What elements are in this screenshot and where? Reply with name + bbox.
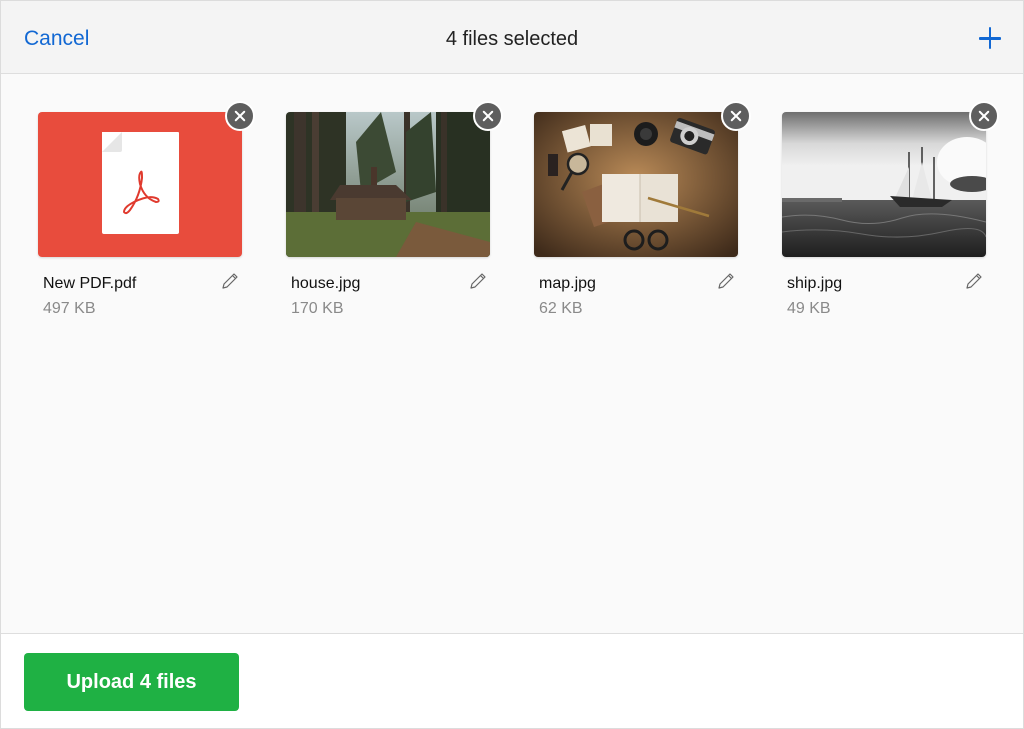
footer-bar: Upload 4 files: [1, 633, 1023, 728]
file-name: ship.jpg: [787, 275, 843, 292]
file-thumbnail[interactable]: [782, 112, 986, 257]
file-name: house.jpg: [291, 275, 361, 292]
file-size: 49 KB: [787, 300, 831, 317]
dialog-title: 4 files selected: [445, 28, 579, 50]
ship-image: [782, 112, 986, 257]
remove-file-button[interactable]: [969, 101, 999, 131]
pdf-thumbnail: [38, 112, 242, 257]
file-size: 497 KB: [43, 300, 96, 317]
file-size: 170 KB: [291, 300, 344, 317]
file-thumbnail[interactable]: [38, 112, 242, 257]
remove-file-button[interactable]: [225, 101, 255, 131]
pencil-icon[interactable]: [716, 271, 736, 291]
plus-icon[interactable]: [975, 23, 1005, 53]
pencil-icon[interactable]: [468, 271, 488, 291]
pencil-icon[interactable]: [220, 271, 240, 291]
file-thumbnail[interactable]: [286, 112, 490, 257]
remove-file-button[interactable]: [473, 101, 503, 131]
pencil-icon[interactable]: [964, 271, 984, 291]
file-name: map.jpg: [539, 275, 596, 292]
top-bar: Cancel 4 files selected: [1, 1, 1023, 74]
file-thumbnail[interactable]: [534, 112, 738, 257]
file-upload-dialog: Cancel 4 files selected New PDF.pdf 497 …: [0, 0, 1024, 729]
remove-file-button[interactable]: [721, 101, 751, 131]
file-name: New PDF.pdf: [43, 275, 137, 292]
file-size: 62 KB: [539, 300, 583, 317]
upload-button[interactable]: Upload 4 files: [24, 653, 239, 711]
file-grid: New PDF.pdf 497 KB house.jpg 170 KB map.…: [1, 75, 1023, 633]
map-image: [534, 112, 738, 257]
house-image: [286, 112, 490, 257]
